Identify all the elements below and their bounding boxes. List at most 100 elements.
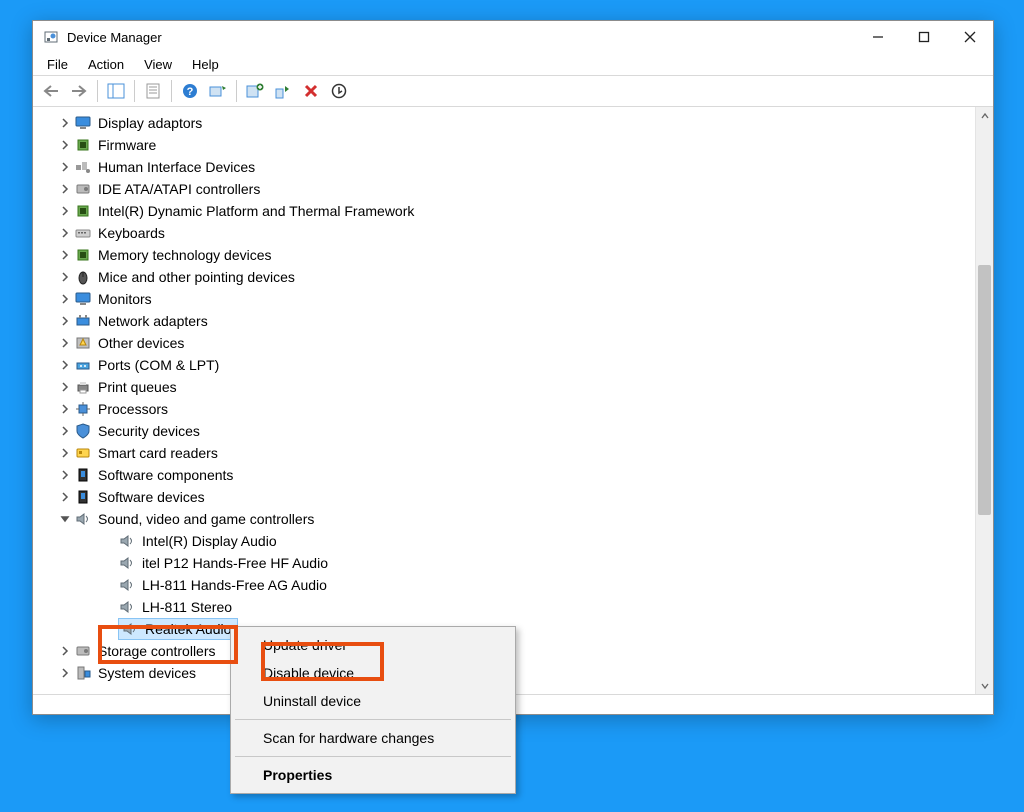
monitor-icon — [74, 290, 92, 308]
tree-item-label: Software components — [96, 464, 235, 486]
tree-item[interactable]: Security devices — [34, 420, 992, 442]
show-hide-tree-button[interactable] — [103, 78, 129, 104]
chevron-right-icon[interactable] — [56, 486, 74, 508]
tree-item-label: Firmware — [96, 134, 158, 156]
chevron-right-icon[interactable] — [56, 420, 74, 442]
chevron-right-icon[interactable] — [56, 464, 74, 486]
pc-icon — [74, 664, 92, 682]
chevron-placeholder — [100, 530, 118, 552]
chevron-right-icon[interactable] — [56, 640, 74, 662]
enable-device-button[interactable] — [270, 78, 296, 104]
chevron-right-icon[interactable] — [56, 112, 74, 134]
scroll-up-button[interactable] — [976, 107, 993, 124]
tree-item[interactable]: Intel(R) Display Audio — [34, 530, 992, 552]
properties-button[interactable] — [140, 78, 166, 104]
chevron-right-icon[interactable] — [56, 134, 74, 156]
update-driver-button[interactable] — [242, 78, 268, 104]
minimize-button[interactable] — [855, 21, 901, 53]
uninstall-device-button[interactable] — [298, 78, 324, 104]
monitor-icon — [74, 114, 92, 132]
scrollbar-thumb[interactable] — [978, 265, 991, 515]
tree-item[interactable]: Firmware — [34, 134, 992, 156]
toolbar-separator — [97, 80, 98, 102]
shield-icon — [74, 422, 92, 440]
tree-item-label: LH-811 Stereo — [140, 596, 234, 618]
toolbar-separator — [134, 80, 135, 102]
tree-item-label: Mice and other pointing devices — [96, 266, 297, 288]
chevron-right-icon[interactable] — [56, 354, 74, 376]
tree-item[interactable]: Network adapters — [34, 310, 992, 332]
chevron-right-icon[interactable] — [56, 266, 74, 288]
chevron-right-icon[interactable] — [56, 442, 74, 464]
svg-text:?: ? — [187, 86, 194, 98]
forward-button[interactable] — [66, 78, 92, 104]
tree-item[interactable]: Smart card readers — [34, 442, 992, 464]
chevron-right-icon[interactable] — [56, 332, 74, 354]
ctx-scan-hardware[interactable]: Scan for hardware changes — [233, 724, 513, 752]
ctx-update-driver[interactable]: Update driver — [233, 631, 513, 659]
menu-file[interactable]: File — [37, 55, 78, 74]
tree-item[interactable]: LH-811 Stereo — [34, 596, 992, 618]
ctx-uninstall-device[interactable]: Uninstall device — [233, 687, 513, 715]
tree-item[interactable]: IDE ATA/ATAPI controllers — [34, 178, 992, 200]
tree-item-label: Display adaptors — [96, 112, 204, 134]
chevron-right-icon[interactable] — [56, 288, 74, 310]
tree-item[interactable]: Intel(R) Dynamic Platform and Thermal Fr… — [34, 200, 992, 222]
tree-item[interactable]: Software components — [34, 464, 992, 486]
chip-icon — [74, 246, 92, 264]
tree-item[interactable]: Display adaptors — [34, 112, 992, 134]
menu-help[interactable]: Help — [182, 55, 229, 74]
tree-item-label: IDE ATA/ATAPI controllers — [96, 178, 262, 200]
chevron-down-icon[interactable] — [56, 508, 74, 530]
maximize-button[interactable] — [901, 21, 947, 53]
ctx-disable-device[interactable]: Disable device — [233, 659, 513, 687]
tree-item[interactable]: Software devices — [34, 486, 992, 508]
titlebar[interactable]: Device Manager — [33, 21, 993, 53]
tree-item-label: Intel(R) Display Audio — [140, 530, 279, 552]
disable-device-button[interactable] — [326, 78, 352, 104]
back-button[interactable] — [38, 78, 64, 104]
chevron-right-icon[interactable] — [56, 200, 74, 222]
tree-item[interactable]: Memory technology devices — [34, 244, 992, 266]
help-button[interactable]: ? — [177, 78, 203, 104]
chevron-right-icon[interactable] — [56, 244, 74, 266]
tree-item[interactable]: Ports (COM & LPT) — [34, 354, 992, 376]
chip-icon — [74, 136, 92, 154]
tree-item[interactable]: Keyboards — [34, 222, 992, 244]
disk-icon — [74, 642, 92, 660]
ctx-properties[interactable]: Properties — [233, 761, 513, 789]
menu-action[interactable]: Action — [78, 55, 134, 74]
scan-hardware-button[interactable] — [205, 78, 231, 104]
menu-view[interactable]: View — [134, 55, 182, 74]
device-tree[interactable]: Display adaptorsFirmwareHuman Interface … — [34, 108, 992, 693]
chevron-right-icon[interactable] — [56, 310, 74, 332]
speaker-icon — [118, 576, 136, 594]
vertical-scrollbar[interactable] — [975, 107, 993, 694]
chevron-right-icon[interactable] — [56, 156, 74, 178]
tree-item-label: Human Interface Devices — [96, 156, 257, 178]
speaker-icon — [118, 532, 136, 550]
tree-item[interactable]: Monitors — [34, 288, 992, 310]
toolbar-separator — [236, 80, 237, 102]
scroll-down-button[interactable] — [976, 677, 993, 694]
tree-item-label: Monitors — [96, 288, 154, 310]
printer-icon — [74, 378, 92, 396]
tree-item[interactable]: Processors — [34, 398, 992, 420]
chevron-right-icon[interactable] — [56, 178, 74, 200]
port-icon — [74, 356, 92, 374]
tree-item[interactable]: Human Interface Devices — [34, 156, 992, 178]
tree-item[interactable]: LH-811 Hands-Free AG Audio — [34, 574, 992, 596]
content-area: Display adaptorsFirmwareHuman Interface … — [33, 107, 993, 695]
tree-item[interactable]: Print queues — [34, 376, 992, 398]
tree-item[interactable]: Other devices — [34, 332, 992, 354]
tree-item[interactable]: Mice and other pointing devices — [34, 266, 992, 288]
chevron-right-icon[interactable] — [56, 376, 74, 398]
close-button[interactable] — [947, 21, 993, 53]
chevron-right-icon[interactable] — [56, 222, 74, 244]
tree-item[interactable]: Sound, video and game controllers — [34, 508, 992, 530]
tree-item[interactable]: itel P12 Hands-Free HF Audio — [34, 552, 992, 574]
chevron-placeholder — [100, 618, 118, 640]
chevron-right-icon[interactable] — [56, 662, 74, 684]
chevron-right-icon[interactable] — [56, 398, 74, 420]
tree-item-label: Security devices — [96, 420, 202, 442]
